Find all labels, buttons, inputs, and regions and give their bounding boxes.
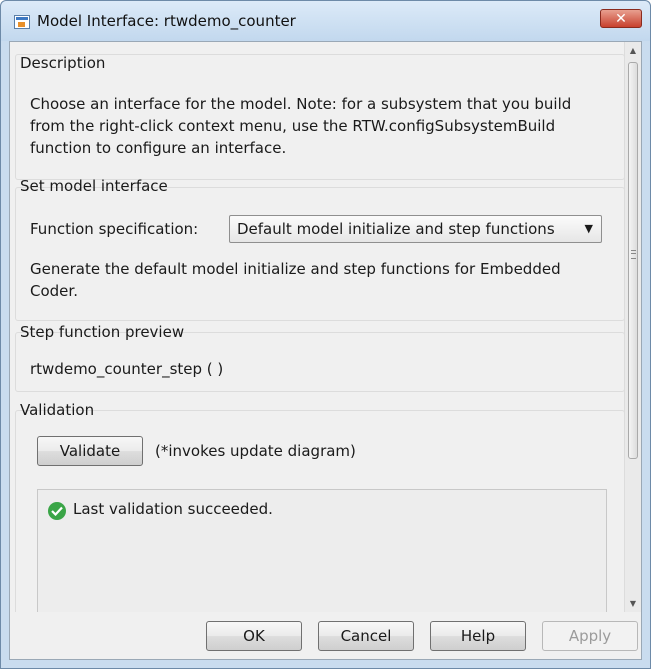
dialog-window: Model Interface: rtwdemo_counter ✕ Descr… xyxy=(0,0,651,669)
scroll-up-icon[interactable]: ▲ xyxy=(625,42,641,59)
vertical-scrollbar[interactable]: ▲ ▼ xyxy=(624,42,641,612)
description-line-3: function to configure an interface. xyxy=(30,139,287,157)
ok-button[interactable]: OK xyxy=(206,621,302,651)
window-title: Model Interface: rtwdemo_counter xyxy=(37,12,296,30)
interface-help-line-2: Coder. xyxy=(30,282,78,300)
grip-icon xyxy=(631,250,636,259)
help-button[interactable]: Help xyxy=(430,621,526,651)
apply-button[interactable]: Apply xyxy=(542,621,638,651)
validation-result-box: Last validation succeeded. xyxy=(37,489,607,612)
scroll-thumb[interactable] xyxy=(628,62,638,459)
description-line-2: from the right-click context menu, use t… xyxy=(30,117,556,135)
button-bar: OK Cancel Help Apply xyxy=(10,612,641,659)
cancel-button[interactable]: Cancel xyxy=(318,621,414,651)
preview-title: Step function preview xyxy=(20,323,185,341)
close-button[interactable]: ✕ xyxy=(600,9,642,28)
validate-button[interactable]: Validate xyxy=(37,436,143,466)
validation-status-text: Last validation succeeded. xyxy=(73,500,273,518)
function-spec-label: Function specification: xyxy=(30,220,199,238)
check-circle-icon xyxy=(48,502,66,520)
interface-help-line-1: Generate the default model initialize an… xyxy=(30,260,561,278)
interface-title: Set model interface xyxy=(20,177,168,195)
validation-title: Validation xyxy=(20,401,95,419)
model-icon xyxy=(14,15,30,29)
function-spec-select[interactable]: Default model initialize and step functi… xyxy=(229,215,602,243)
validate-note: (*invokes update diagram) xyxy=(155,442,356,460)
dropdown-arrow-icon: ▼ xyxy=(584,222,593,235)
description-line-1: Choose an interface for the model. Note:… xyxy=(30,95,572,113)
scroll-down-icon[interactable]: ▼ xyxy=(625,595,641,612)
title-bar[interactable]: Model Interface: rtwdemo_counter ✕ xyxy=(1,1,650,41)
scroll-content: Description Choose an interface for the … xyxy=(10,42,625,612)
dialog-client: Description Choose an interface for the … xyxy=(9,41,642,660)
interface-group xyxy=(15,187,625,321)
description-title: Description xyxy=(20,54,106,72)
step-function-signature: rtwdemo_counter_step ( ) xyxy=(30,360,224,378)
function-spec-value: Default model initialize and step functi… xyxy=(237,220,555,238)
